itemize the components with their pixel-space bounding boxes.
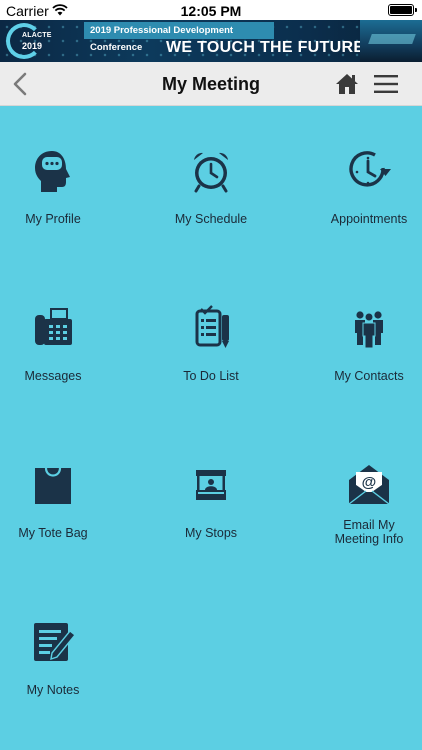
tile-my-notes[interactable]: My Notes bbox=[0, 619, 123, 739]
clock-arrow-icon bbox=[346, 148, 392, 194]
tile-label: My Profile bbox=[25, 212, 81, 226]
tile-label: To Do List bbox=[183, 369, 239, 383]
tile-label: Messages bbox=[24, 369, 82, 383]
tile-my-profile[interactable]: My Profile bbox=[0, 148, 123, 268]
conference-logo: ALACTE 2019 bbox=[6, 22, 54, 60]
fax-phone-icon bbox=[30, 305, 76, 351]
navigation-bar: My Meeting bbox=[0, 62, 422, 106]
notes-pencil-icon bbox=[30, 619, 76, 665]
tile-label: Appointments bbox=[330, 212, 408, 226]
home-icon[interactable] bbox=[335, 72, 359, 96]
tile-my-schedule[interactable]: My Schedule bbox=[141, 148, 281, 268]
people-group-icon bbox=[346, 305, 392, 351]
booth-icon bbox=[188, 462, 234, 508]
tile-label: My Notes bbox=[26, 683, 80, 697]
tile-my-contacts[interactable]: My Contacts bbox=[299, 305, 422, 425]
tile-my-tote-bag[interactable]: My Tote Bag bbox=[0, 462, 123, 582]
battery-icon bbox=[388, 4, 417, 16]
svg-text:@: @ bbox=[362, 474, 377, 491]
tile-to-do-list[interactable]: To Do List bbox=[141, 305, 281, 425]
alarm-clock-icon bbox=[188, 148, 234, 194]
logo-name: ALACTE bbox=[22, 32, 52, 39]
tote-bag-icon bbox=[30, 462, 76, 508]
email-envelope-icon: @ bbox=[346, 462, 392, 508]
status-time: 12:05 PM bbox=[180, 3, 242, 19]
hamburger-menu-icon[interactable] bbox=[374, 74, 398, 94]
tile-label: My Schedule bbox=[174, 212, 248, 226]
tile-label: My Contacts bbox=[334, 369, 404, 383]
tile-label: Email My Meeting Info bbox=[334, 518, 404, 546]
conference-title: 2019 Professional Development Conference bbox=[84, 22, 274, 53]
banner-photo bbox=[360, 20, 422, 62]
banner-headline: WE TOUCH THE FUTURE bbox=[166, 39, 365, 56]
head-chat-icon bbox=[30, 148, 76, 194]
tile-email-my-meeting-info[interactable]: @ Email My Meeting Info bbox=[299, 462, 422, 582]
conference-banner[interactable]: ALACTE 2019 2019 Professional Developmen… bbox=[0, 20, 422, 62]
tile-label: My Stops bbox=[184, 526, 238, 540]
tile-my-stops[interactable]: My Stops bbox=[141, 462, 281, 582]
checklist-icon bbox=[188, 305, 234, 351]
tile-appointments[interactable]: Appointments bbox=[299, 148, 422, 268]
logo-year: 2019 bbox=[22, 41, 43, 51]
tile-messages[interactable]: Messages bbox=[0, 305, 123, 425]
status-bar: Carrier 12:05 PM bbox=[0, 0, 422, 20]
tile-label: My Tote Bag bbox=[18, 526, 88, 540]
